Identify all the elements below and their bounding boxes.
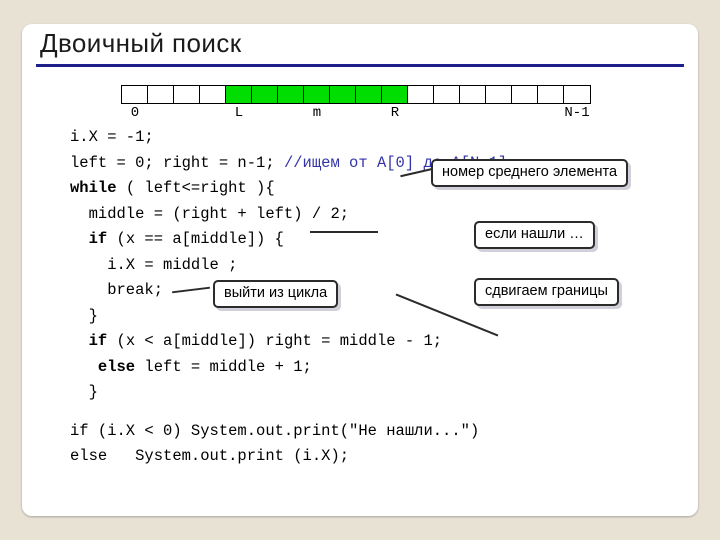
array-cell (148, 86, 174, 103)
array-cell (538, 86, 564, 103)
array-cell (460, 86, 486, 103)
array-index-label: N-1 (564, 105, 590, 121)
array-cell (408, 86, 434, 103)
code-keyword: else (97, 357, 136, 376)
code-keyword: if (88, 230, 108, 248)
code-line: middle = (right + left) / 2; (70, 202, 507, 228)
callout-found: если нашли … (474, 221, 595, 249)
code-text: middle = (right + left) / 2; (70, 204, 350, 223)
slide-canvas: Двоичный поиск 0 Lm R N-1 i.X = -1; left = 0… (22, 24, 698, 516)
callout-middle-index-label: номер среднего элемента (442, 164, 618, 180)
code-line: if (i.X < 0) System.out.print("Не нашли.… (70, 419, 507, 445)
code-line: i.X = middle ; (70, 253, 507, 279)
array-cell (330, 86, 356, 103)
callout-break-loop: выйти из цикла (213, 280, 339, 308)
callout-found-label: если нашли … (485, 226, 584, 242)
array-index-label: L (234, 105, 244, 121)
code-text: i.X = -1; (70, 128, 154, 146)
code-text: } (70, 383, 98, 401)
code-text: i.X = middle ; (70, 255, 238, 274)
code-line: else System.out.print (i.X); (70, 444, 507, 470)
array-cell (278, 86, 304, 103)
code-text: left = middle + 1; (135, 357, 312, 376)
array-cell (226, 86, 252, 103)
array-cell (122, 86, 148, 103)
callout-break-loop-label: выйти из цикла (224, 285, 328, 301)
code-line: else left = middle + 1; (70, 355, 507, 381)
code-line: i.X = -1; (70, 125, 507, 151)
code-text: } (70, 306, 98, 325)
code-line: } (70, 380, 507, 406)
code-text: left = 0; right = n-1; (70, 153, 284, 172)
callout-shift-bounds: сдвигаем границы (474, 278, 619, 306)
code-text: (x == a[middle]) { (107, 230, 284, 248)
code-text: (x < a[middle]) right = middle - 1; (107, 332, 443, 350)
array-cell (174, 86, 200, 103)
array-cell (486, 86, 512, 103)
code-text: break; (70, 281, 164, 299)
callout-middle-index: номер среднего элемента (431, 159, 629, 187)
code-keyword: if (88, 332, 108, 350)
code-line: if (x < a[middle]) right = middle - 1; (70, 329, 507, 355)
array-cell (434, 86, 460, 103)
array-cells (121, 85, 591, 104)
array-cell (304, 86, 330, 103)
callout-shift-bounds-label: сдвигаем границы (485, 283, 608, 299)
array-diagram: 0 Lm R N-1 (22, 64, 698, 126)
code-text: else System.out.print (i.X); (70, 447, 350, 465)
code-text: if (i.X < 0) System.out.print("Не нашли.… (70, 421, 480, 440)
page-title: Двоичный поиск (40, 28, 242, 58)
array-index-label: 0 (130, 105, 140, 121)
code-keyword: while (70, 179, 117, 197)
array-cell (200, 86, 226, 103)
array-cell (564, 86, 590, 103)
code-text: ( left<=right ){ (116, 179, 275, 197)
array-cell (252, 86, 278, 103)
array-cell (382, 86, 408, 103)
array-cell (356, 86, 382, 103)
array-cell (512, 86, 538, 103)
leader-line-found (310, 231, 378, 233)
code-line: if (x == a[middle]) { (70, 227, 507, 253)
array-index-label: R (390, 105, 400, 121)
array-index-label: m (312, 105, 322, 121)
